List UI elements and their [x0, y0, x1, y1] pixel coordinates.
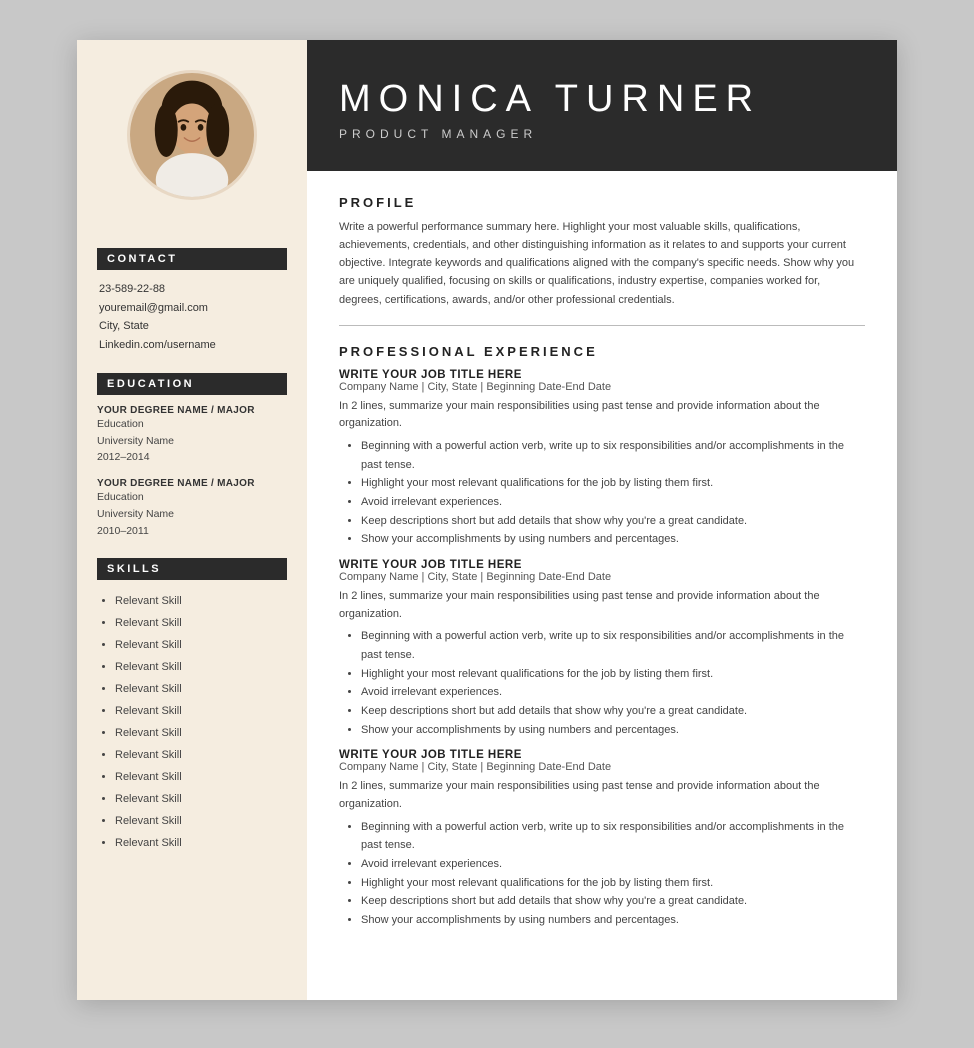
job-title: WRITE YOUR JOB TITLE HERE — [339, 369, 865, 381]
skill-item: Relevant Skill — [115, 788, 287, 810]
jobs-container: WRITE YOUR JOB TITLE HERECompany Name | … — [339, 369, 865, 930]
edu2-years: 2010–2011 — [97, 523, 287, 540]
photo-area — [77, 40, 307, 220]
profile-text: Write a powerful performance summary her… — [339, 218, 865, 309]
job-bullets-list: Beginning with a powerful action verb, w… — [339, 627, 865, 739]
job-bullets-list: Beginning with a powerful action verb, w… — [339, 437, 865, 549]
job-description: In 2 lines, summarize your main responsi… — [339, 588, 865, 623]
edu1-years: 2012–2014 — [97, 449, 287, 466]
job-bullet: Highlight your most relevant qualificati… — [361, 474, 865, 493]
education-header: EDUCATION — [97, 373, 287, 395]
job-bullet: Avoid irrelevant experiences. — [361, 683, 865, 702]
skill-item: Relevant Skill — [115, 590, 287, 612]
sidebar: CONTACT 23-589-22-88 youremail@gmail.com… — [77, 40, 307, 1000]
candidate-name: MONICA TURNER — [339, 78, 865, 121]
skill-item: Relevant Skill — [115, 744, 287, 766]
skill-item: Relevant Skill — [115, 634, 287, 656]
job-bullet: Beginning with a powerful action verb, w… — [361, 437, 865, 474]
job-meta: Company Name | City, State | Beginning D… — [339, 761, 865, 773]
profile-section-title: PROFILE — [339, 195, 865, 210]
experience-section-title: PROFESSIONAL EXPERIENCE — [339, 344, 865, 359]
job-description: In 2 lines, summarize your main responsi… — [339, 398, 865, 433]
job-title: WRITE YOUR JOB TITLE HERE — [339, 559, 865, 571]
contact-info: 23-589-22-88 youremail@gmail.com City, S… — [97, 280, 287, 355]
candidate-title: PRODUCT MANAGER — [339, 127, 865, 141]
job-bullets-list: Beginning with a powerful action verb, w… — [339, 818, 865, 930]
skill-item: Relevant Skill — [115, 678, 287, 700]
job-bullet: Avoid irrelevant experiences. — [361, 493, 865, 512]
edu1-label: Education — [97, 416, 287, 433]
job-block: WRITE YOUR JOB TITLE HERECompany Name | … — [339, 749, 865, 929]
job-bullet: Keep descriptions short but add details … — [361, 702, 865, 721]
job-meta: Company Name | City, State | Beginning D… — [339, 571, 865, 583]
skill-item: Relevant Skill — [115, 766, 287, 788]
section-divider — [339, 325, 865, 326]
job-block: WRITE YOUR JOB TITLE HERECompany Name | … — [339, 559, 865, 739]
job-bullet: Beginning with a powerful action verb, w… — [361, 627, 865, 664]
job-bullet: Highlight your most relevant qualificati… — [361, 874, 865, 893]
education-block-1: YOUR DEGREE NAME / MAJOR Education Unive… — [97, 405, 287, 466]
edu1-degree: YOUR DEGREE NAME / MAJOR — [97, 405, 287, 416]
edu2-label: Education — [97, 489, 287, 506]
skills-list: Relevant SkillRelevant SkillRelevant Ski… — [97, 590, 287, 854]
contact-phone: 23-589-22-88 — [99, 280, 287, 299]
job-bullet: Highlight your most relevant qualificati… — [361, 665, 865, 684]
education-block-2: YOUR DEGREE NAME / MAJOR Education Unive… — [97, 478, 287, 539]
skill-item: Relevant Skill — [115, 700, 287, 722]
skill-item: Relevant Skill — [115, 832, 287, 854]
edu2-uni: University Name — [97, 506, 287, 523]
job-bullet: Show your accomplishments by using numbe… — [361, 530, 865, 549]
job-bullet: Show your accomplishments by using numbe… — [361, 911, 865, 930]
job-meta: Company Name | City, State | Beginning D… — [339, 381, 865, 393]
contact-header: CONTACT — [97, 248, 287, 270]
job-bullet: Keep descriptions short but add details … — [361, 892, 865, 911]
contact-linkedin: Linkedin.com/username — [99, 336, 287, 355]
contact-location: City, State — [99, 317, 287, 336]
resume-document: CONTACT 23-589-22-88 youremail@gmail.com… — [77, 40, 897, 1000]
job-block: WRITE YOUR JOB TITLE HERECompany Name | … — [339, 369, 865, 549]
name-header: MONICA TURNER PRODUCT MANAGER — [307, 40, 897, 171]
main-content: MONICA TURNER PRODUCT MANAGER PROFILE Wr… — [307, 40, 897, 1000]
sidebar-sections: CONTACT 23-589-22-88 youremail@gmail.com… — [77, 220, 307, 854]
job-bullet: Show your accomplishments by using numbe… — [361, 721, 865, 740]
job-bullet: Avoid irrelevant experiences. — [361, 855, 865, 874]
skill-item: Relevant Skill — [115, 612, 287, 634]
job-bullet: Keep descriptions short but add details … — [361, 512, 865, 531]
contact-email: youremail@gmail.com — [99, 299, 287, 318]
job-title: WRITE YOUR JOB TITLE HERE — [339, 749, 865, 761]
edu1-uni: University Name — [97, 433, 287, 450]
profile-photo — [127, 70, 257, 200]
skills-header: SKILLS — [97, 558, 287, 580]
skill-item: Relevant Skill — [115, 722, 287, 744]
skill-item: Relevant Skill — [115, 656, 287, 678]
skill-item: Relevant Skill — [115, 810, 287, 832]
edu2-degree: YOUR DEGREE NAME / MAJOR — [97, 478, 287, 489]
main-body: PROFILE Write a powerful performance sum… — [307, 171, 897, 1000]
job-bullet: Beginning with a powerful action verb, w… — [361, 818, 865, 855]
job-description: In 2 lines, summarize your main responsi… — [339, 778, 865, 813]
